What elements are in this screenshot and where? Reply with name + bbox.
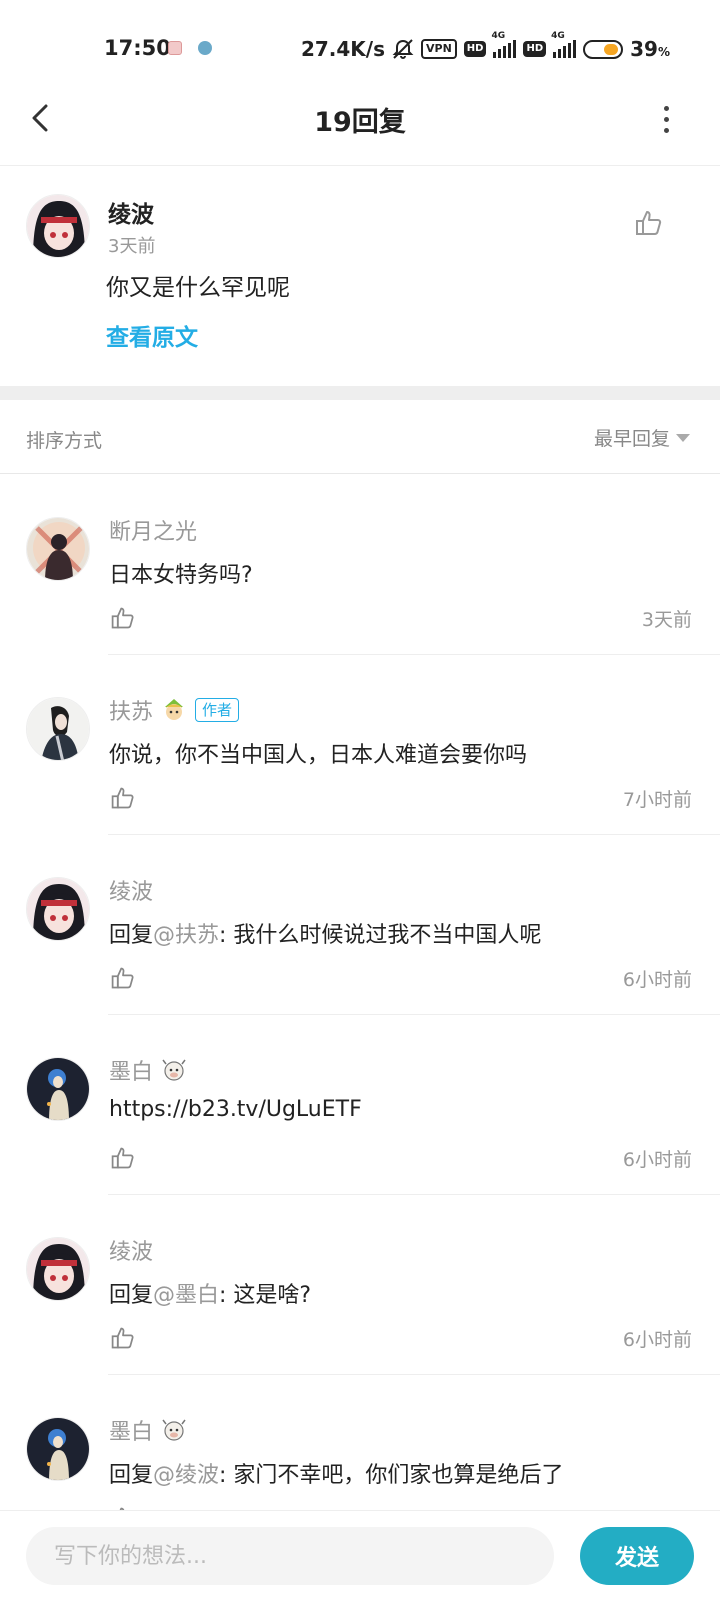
avatar[interactable] xyxy=(26,1237,90,1301)
hd-icon: HD xyxy=(463,41,487,57)
reply-time: 3天前 xyxy=(641,609,692,631)
comment-bar: 发送 xyxy=(0,1510,720,1600)
reply-list: 断月之光 日本女特务吗? 3天前 扶苏 作者 你说，你不当中国人，日本人难道会要… xyxy=(0,475,720,1510)
vpn-icon: VPN xyxy=(421,39,457,59)
comment-input[interactable] xyxy=(26,1527,554,1585)
reply-prefix: 回复 xyxy=(109,1463,154,1488)
sort-label: 排序方式 xyxy=(26,430,103,452)
status-time: 17:50 xyxy=(104,36,171,60)
original-comment: 绫波 3天前 你又是什么罕见呢 查看原文 xyxy=(0,168,720,386)
cow-emoji-icon xyxy=(162,1059,186,1081)
mention-link[interactable]: @墨白 xyxy=(153,1283,219,1308)
reply-item: 扶苏 作者 你说，你不当中国人，日本人难道会要你吗 7小时前 xyxy=(0,655,720,835)
status-icons: 27.4K/s VPN HD 4G HD 4G 39% xyxy=(300,31,670,62)
caret-down-icon xyxy=(676,433,690,442)
reply-author[interactable]: 绫波 xyxy=(109,1234,153,1266)
reply-body: : 我什么时候说过我不当中国人呢 xyxy=(219,923,542,948)
reply-author[interactable]: 墨白 xyxy=(109,1414,153,1446)
notification-app-icon xyxy=(198,41,212,55)
author-badge: 作者 xyxy=(195,698,240,722)
thumbs-up-icon[interactable] xyxy=(110,605,136,631)
battery-percent: 39% xyxy=(630,37,670,61)
reply-item: 绫波 回复@墨白: 这是啥? 6小时前 xyxy=(0,1195,720,1375)
mention-link[interactable]: @绫波 xyxy=(153,1463,219,1488)
thumbs-up-icon[interactable] xyxy=(110,785,136,811)
top-bar: 19回复 xyxy=(0,76,720,166)
reply-text: 回复@扶苏: 我什么时候说过我不当中国人呢 xyxy=(109,917,541,949)
more-options-icon[interactable] xyxy=(656,102,676,136)
signal-icon: 4G xyxy=(551,31,577,58)
page-title: 19回复 xyxy=(314,107,406,138)
reply-body: : 家门不幸吧，你们家也算是绝后了 xyxy=(219,1463,564,1488)
avatar[interactable] xyxy=(26,1057,90,1121)
comment-text: 你又是什么罕见呢 xyxy=(106,275,290,301)
avatar[interactable] xyxy=(26,877,90,941)
comment-time: 3天前 xyxy=(108,236,156,257)
reply-author[interactable]: 断月之光 xyxy=(109,514,197,546)
reply-author[interactable]: 扶苏 xyxy=(109,694,153,726)
reply-body: : 这是啥? xyxy=(219,1283,312,1308)
battery-icon xyxy=(583,39,624,59)
sort-dropdown[interactable]: 最早回复 xyxy=(594,424,690,451)
net-speed: 27.4K/s xyxy=(300,37,385,61)
hd-icon: HD xyxy=(523,41,547,57)
reply-text: 回复@绫波: 家门不幸吧，你们家也算是绝后了 xyxy=(109,1457,563,1489)
view-original-link[interactable]: 查看原文 xyxy=(106,318,198,352)
reply-text: 你说，你不当中国人，日本人难道会要你吗 xyxy=(109,743,528,768)
cow-emoji-icon xyxy=(162,1419,186,1441)
thumbs-up-icon[interactable] xyxy=(634,208,664,238)
send-button[interactable]: 发送 xyxy=(580,1527,694,1585)
reply-item: 墨白 回复@绫波: 家门不幸吧，你们家也算是绝后了 xyxy=(0,1375,720,1510)
reply-item: 断月之光 日本女特务吗? 3天前 xyxy=(0,475,720,655)
sort-bar: 排序方式 最早回复 xyxy=(0,400,720,474)
sort-selected: 最早回复 xyxy=(593,428,670,450)
reply-text: 日本女特务吗? xyxy=(109,563,253,588)
elf-emoji-icon xyxy=(165,699,184,720)
section-divider xyxy=(0,386,720,400)
mention-link[interactable]: @扶苏 xyxy=(153,923,219,948)
bell-muted-icon xyxy=(392,39,414,59)
reply-item: 墨白 https://b23.tv/UgLuETF 6小时前 xyxy=(0,1015,720,1195)
reply-time: 6小时前 xyxy=(622,1149,692,1171)
thumbs-up-icon[interactable] xyxy=(110,1145,136,1171)
comment-author[interactable]: 绫波 xyxy=(108,195,154,229)
thumbs-up-icon[interactable] xyxy=(110,965,136,991)
reply-item: 绫波 回复@扶苏: 我什么时候说过我不当中国人呢 6小时前 xyxy=(0,835,720,1015)
avatar[interactable] xyxy=(26,517,90,581)
reply-text: 回复@墨白: 这是啥? xyxy=(109,1277,311,1309)
reply-time: 6小时前 xyxy=(622,1329,692,1351)
thumbs-up-icon[interactable] xyxy=(110,1325,136,1351)
avatar[interactable] xyxy=(26,697,90,761)
reply-text[interactable]: https://b23.tv/UgLuETF xyxy=(109,1097,362,1122)
reply-prefix: 回复 xyxy=(109,923,154,948)
notification-app-icon xyxy=(168,41,182,55)
reply-time: 7小时前 xyxy=(622,789,692,811)
reply-author[interactable]: 墨白 xyxy=(109,1054,153,1086)
signal-icon: 4G xyxy=(491,31,517,58)
avatar[interactable] xyxy=(26,194,90,258)
reply-author[interactable]: 绫波 xyxy=(109,874,153,906)
avatar[interactable] xyxy=(26,1417,90,1481)
reply-prefix: 回复 xyxy=(109,1283,154,1308)
reply-time: 6小时前 xyxy=(622,969,692,991)
